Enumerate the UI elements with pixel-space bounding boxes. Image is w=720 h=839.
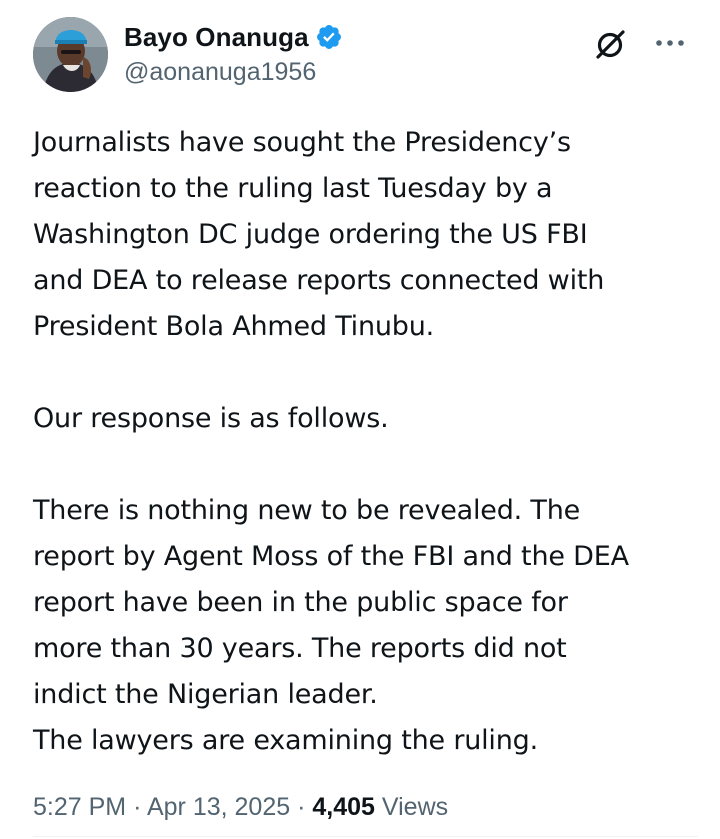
avatar[interactable]: [33, 17, 108, 92]
tweet-line: report have been in the public space for: [33, 587, 568, 618]
tweet-line: There is nothing new to be revealed. The: [33, 495, 581, 526]
more-options-button[interactable]: [650, 28, 690, 58]
tweet-line: report by Agent Moss of the FBI and the …: [33, 541, 629, 572]
verified-badge-icon: [315, 23, 343, 51]
more-icon: [656, 40, 684, 46]
grok-button[interactable]: [592, 26, 628, 62]
avatar-photo: [33, 17, 108, 92]
views-count: 4,405: [312, 793, 375, 821]
tweet-line: Our response is as follows.: [33, 403, 389, 434]
tweet-line: and DEA to release reports connected wit…: [33, 265, 605, 296]
tweet-line: reaction to the ruling last Tuesday by a: [33, 173, 553, 204]
tweet-line: Journalists have sought the Presidency’s: [33, 127, 571, 158]
tweet-line: Washington DC judge ordering the US FBI: [33, 219, 588, 250]
divider: [33, 836, 698, 837]
tweet-meta: 5:27 PM · Apr 13, 2025 · 4,405 Views: [33, 793, 448, 822]
views-label: Views: [381, 793, 449, 821]
tweet-date[interactable]: Apr 13, 2025: [147, 793, 290, 821]
tweet-line: indict the Nigerian leader.: [33, 679, 378, 710]
tweet-text: Journalists have sought the Presidency’s…: [33, 120, 698, 764]
author-name-row: Bayo Onanuga: [124, 20, 343, 54]
tweet-card: Bayo Onanuga @aonanuga1956 Journalists h…: [0, 0, 720, 839]
tweet-time[interactable]: 5:27 PM: [33, 793, 126, 821]
grok-icon: [596, 30, 625, 59]
tweet-line: President Bola Ahmed Tinubu.: [33, 311, 435, 342]
meta-separator: ·: [133, 793, 142, 821]
author-display-name[interactable]: Bayo Onanuga: [124, 22, 309, 53]
meta-separator: ·: [297, 793, 306, 821]
tweet-line: more than 30 years. The reports did not: [33, 633, 567, 664]
author-handle[interactable]: @aonanuga1956: [124, 58, 316, 87]
tweet-line: The lawyers are examining the ruling.: [33, 725, 538, 756]
